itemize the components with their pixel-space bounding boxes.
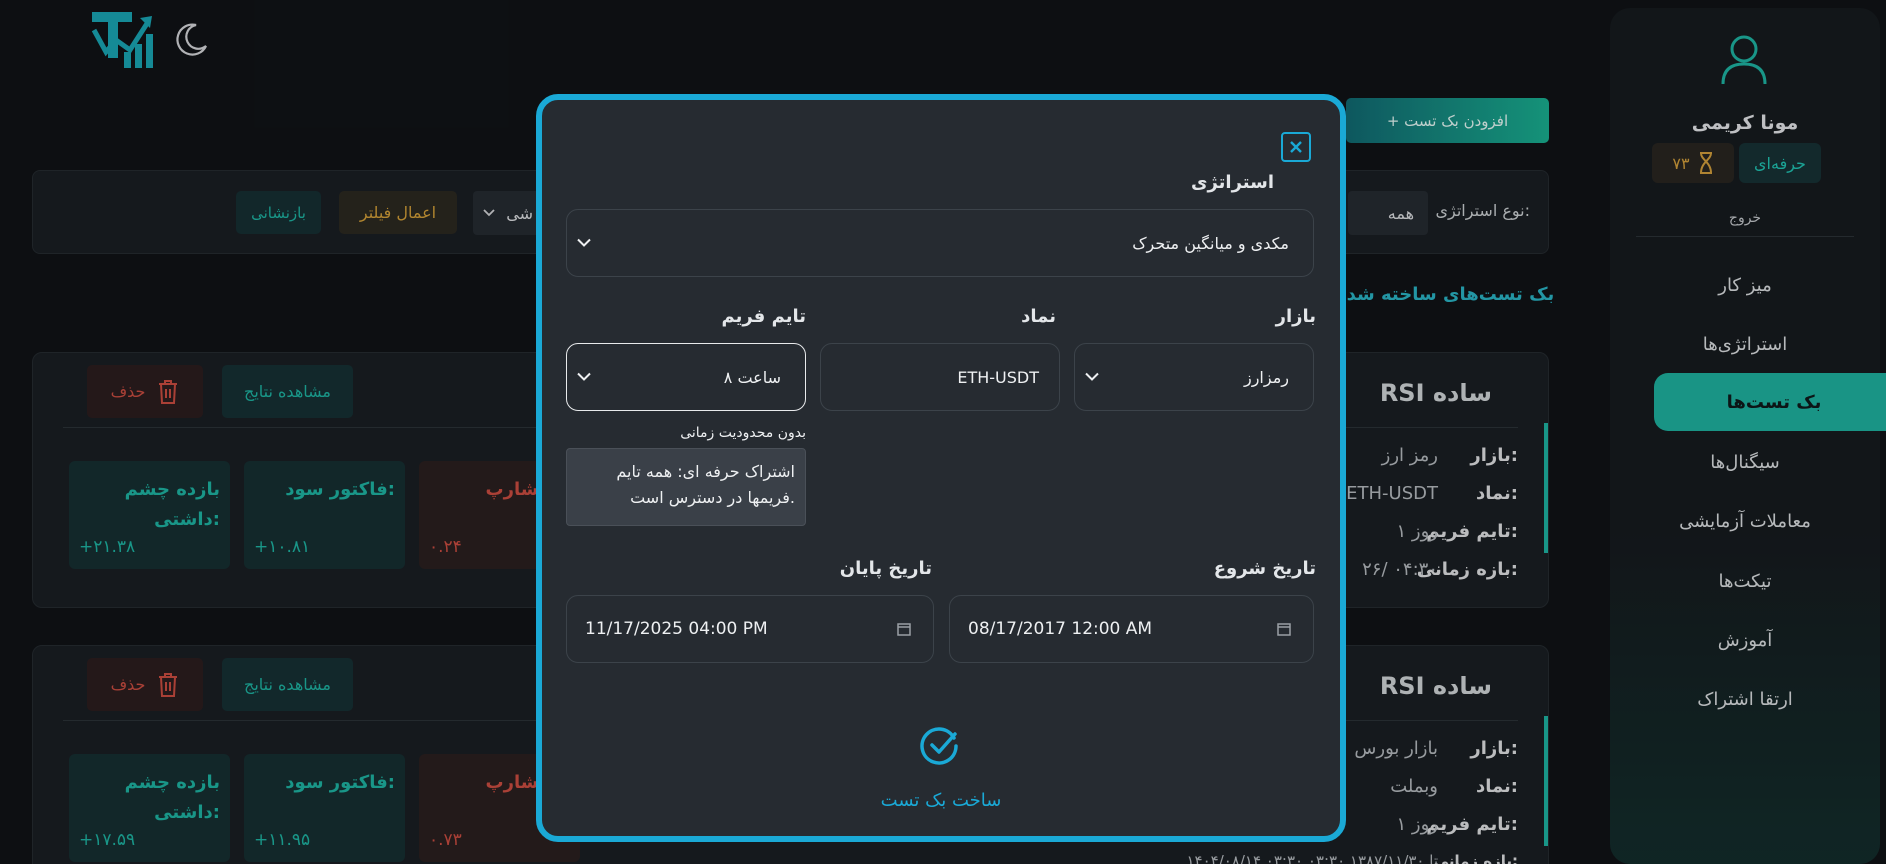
end-date-label: تاریخ پایان [839,558,932,579]
symbol-label: نماد [1021,306,1056,327]
symbol-input-value: ETH-USDT [957,367,1039,387]
strategy-select[interactable]: مکدی و میانگین متحرک [566,209,1314,277]
close-icon [1290,141,1302,153]
start-date-input[interactable]: 08/17/2017 12:00 AM [949,595,1314,663]
start-date-label: تاریخ شروع [1213,558,1316,579]
calendar-icon[interactable] [1277,622,1291,636]
chevron-down-icon [577,372,591,381]
create-backtest-modal: استراتژی مکدی و میانگین متحرک بازار نماد… [536,94,1346,842]
timeframe-select[interactable]: ۸ ساعت [566,343,806,411]
chevron-down-icon [577,238,591,247]
strategy-select-value: مکدی و میانگین متحرک [1132,233,1289,253]
end-date-value: 11/17/2025 04:00 PM [585,619,768,639]
timeframe-select-value: ۸ ساعت [723,367,781,387]
chevron-down-icon [1085,372,1099,381]
timeframe-label: تایم فریم [721,306,806,327]
strategy-label: استراتژی [1190,172,1274,193]
timeframe-note: بدون محدودیت زمانی [680,425,806,441]
symbol-input[interactable]: ETH-USDT [820,343,1060,411]
calendar-icon[interactable] [897,622,911,636]
create-backtest-button[interactable]: ساخت بک تست [542,790,1340,811]
market-label: بازار [1275,306,1316,327]
check-circle-icon[interactable] [920,726,960,766]
timeframe-info-box: اشتراک حرفه ای: همه تایم فریمها در دسترس… [566,448,806,526]
close-modal-button[interactable] [1281,132,1311,162]
market-select-value: رمزارز [1243,367,1289,387]
end-date-input[interactable]: 11/17/2025 04:00 PM [566,595,934,663]
start-date-value: 08/17/2017 12:00 AM [968,619,1153,639]
market-select[interactable]: رمزارز [1074,343,1314,411]
